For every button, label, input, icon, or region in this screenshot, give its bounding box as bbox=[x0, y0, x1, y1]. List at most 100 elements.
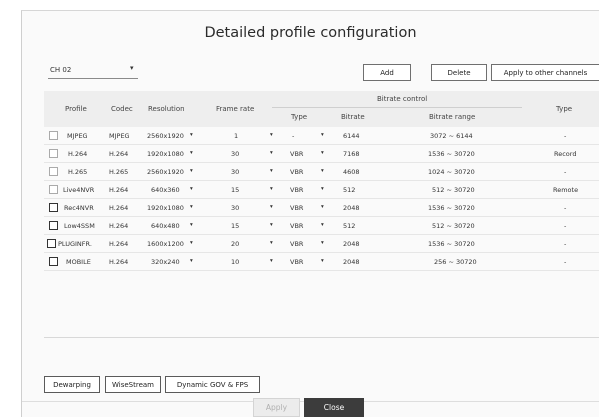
header-codec: Codec bbox=[111, 105, 133, 113]
close-button[interactable]: Close bbox=[304, 398, 364, 417]
cell-type[interactable]: - bbox=[564, 240, 566, 248]
chevron-down-icon[interactable]: ▾ bbox=[321, 222, 324, 228]
cell-profile: Live4NVR bbox=[63, 186, 95, 194]
cell-resolution[interactable]: 640x480 bbox=[151, 222, 180, 230]
row-checkbox[interactable] bbox=[49, 185, 58, 194]
chevron-down-icon[interactable]: ▾ bbox=[321, 132, 324, 138]
chevron-down-icon[interactable]: ▾ bbox=[190, 150, 193, 156]
chevron-down-icon[interactable]: ▾ bbox=[190, 168, 193, 174]
cell-bc-type[interactable]: VBR bbox=[290, 240, 303, 248]
cell-resolution[interactable]: 1920x1080 bbox=[147, 204, 184, 212]
chevron-down-icon[interactable]: ▾ bbox=[321, 258, 324, 264]
table-row[interactable]: MOBILE H.264 320x240 ▾ 10 ▾ VBR ▾ 2048 2… bbox=[44, 253, 599, 271]
cell-bitrate-range: 1536 ~ 30720 bbox=[428, 204, 475, 212]
chevron-down-icon[interactable]: ▾ bbox=[321, 186, 324, 192]
chevron-down-icon[interactable]: ▾ bbox=[270, 150, 273, 156]
chevron-down-icon[interactable]: ▾ bbox=[270, 168, 273, 174]
table-row[interactable]: PLUGINFR. H.264 1600x1200 ▾ 20 ▾ VBR ▾ 2… bbox=[44, 235, 599, 253]
cell-codec: H.264 bbox=[109, 204, 129, 212]
row-checkbox[interactable] bbox=[49, 257, 58, 266]
cell-codec: H.265 bbox=[109, 168, 129, 176]
chevron-down-icon[interactable]: ▾ bbox=[270, 186, 273, 192]
cell-type[interactable]: - bbox=[564, 132, 566, 140]
cell-type[interactable]: Remote bbox=[553, 186, 578, 194]
cell-resolution[interactable]: 2560x1920 bbox=[147, 168, 184, 176]
cell-bc-type[interactable]: VBR bbox=[290, 150, 303, 158]
chevron-down-icon[interactable]: ▾ bbox=[270, 222, 273, 228]
cell-type[interactable]: - bbox=[564, 222, 566, 230]
cell-frame-rate[interactable]: 15 bbox=[231, 186, 239, 194]
row-checkbox[interactable] bbox=[49, 167, 58, 176]
dewarping-button[interactable]: Dewarping bbox=[44, 376, 100, 393]
apply-to-other-channels-button[interactable]: Apply to other channels bbox=[491, 64, 599, 81]
apply-button[interactable]: Apply bbox=[253, 398, 300, 417]
table-row[interactable]: Rec4NVR H.264 1920x1080 ▾ 30 ▾ VBR ▾ 204… bbox=[44, 199, 599, 217]
dynamic-gov-fps-button[interactable]: Dynamic GOV & FPS bbox=[165, 376, 260, 393]
cell-bitrate[interactable]: 2048 bbox=[343, 204, 360, 212]
table-row[interactable]: H.264 H.264 1920x1080 ▾ 30 ▾ VBR ▾ 7168 … bbox=[44, 145, 599, 163]
table-row[interactable]: Live4NVR H.264 640x360 ▾ 15 ▾ VBR ▾ 512 … bbox=[44, 181, 599, 199]
cell-type[interactable]: - bbox=[564, 204, 566, 212]
table-row[interactable]: H.265 H.265 2560x1920 ▾ 30 ▾ VBR ▾ 4608 … bbox=[44, 163, 599, 181]
cell-bitrate[interactable]: 6144 bbox=[343, 132, 360, 140]
cell-bc-type[interactable]: VBR bbox=[290, 186, 303, 194]
chevron-down-icon[interactable]: ▾ bbox=[321, 168, 324, 174]
cell-type[interactable]: - bbox=[564, 168, 566, 176]
chevron-down-icon[interactable]: ▾ bbox=[321, 240, 324, 246]
cell-type[interactable]: - bbox=[564, 258, 566, 266]
delete-button[interactable]: Delete bbox=[431, 64, 487, 81]
add-button[interactable]: Add bbox=[363, 64, 411, 81]
chevron-down-icon[interactable]: ▾ bbox=[190, 258, 193, 264]
chevron-down-icon[interactable]: ▾ bbox=[270, 240, 273, 246]
chevron-down-icon[interactable]: ▾ bbox=[190, 240, 193, 246]
cell-bc-type[interactable]: VBR bbox=[290, 168, 303, 176]
cell-bitrate[interactable]: 2048 bbox=[343, 258, 360, 266]
chevron-down-icon[interactable]: ▾ bbox=[190, 186, 193, 192]
cell-type[interactable]: Record bbox=[554, 150, 576, 158]
cell-frame-rate[interactable]: 30 bbox=[231, 150, 239, 158]
cell-resolution[interactable]: 640x360 bbox=[151, 186, 180, 194]
cell-resolution[interactable]: 1600x1200 bbox=[147, 240, 184, 248]
wisestream-button[interactable]: WiseStream bbox=[105, 376, 161, 393]
cell-bc-type[interactable]: VBR bbox=[290, 204, 303, 212]
table-row[interactable]: MJPEG MJPEG 2560x1920 ▾ 1 ▾ - ▾ 6144 307… bbox=[44, 127, 599, 145]
cell-bc-type[interactable]: - bbox=[292, 132, 294, 140]
chevron-down-icon[interactable]: ▾ bbox=[321, 204, 324, 210]
cell-frame-rate[interactable]: 15 bbox=[231, 222, 239, 230]
cell-bc-type[interactable]: VBR bbox=[290, 258, 303, 266]
chevron-down-icon[interactable]: ▾ bbox=[190, 132, 193, 138]
cell-frame-rate[interactable]: 20 bbox=[231, 240, 239, 248]
cell-resolution[interactable]: 2560x1920 bbox=[147, 132, 184, 140]
row-checkbox[interactable] bbox=[49, 131, 58, 140]
cell-bc-type[interactable]: VBR bbox=[290, 222, 303, 230]
cell-frame-rate[interactable]: 1 bbox=[234, 132, 238, 140]
cell-profile: MOBILE bbox=[66, 258, 91, 266]
chevron-down-icon[interactable]: ▾ bbox=[270, 204, 273, 210]
chevron-down-icon[interactable]: ▾ bbox=[321, 150, 324, 156]
cell-bitrate[interactable]: 512 bbox=[343, 186, 355, 194]
cell-codec: MJPEG bbox=[109, 132, 130, 140]
channel-select[interactable]: CH 02 ▾ bbox=[48, 62, 138, 79]
row-checkbox[interactable] bbox=[49, 203, 58, 212]
row-checkbox[interactable] bbox=[49, 149, 58, 158]
chevron-down-icon[interactable]: ▾ bbox=[190, 204, 193, 210]
cell-resolution[interactable]: 320x240 bbox=[151, 258, 180, 266]
row-checkbox[interactable] bbox=[47, 239, 56, 248]
row-checkbox[interactable] bbox=[49, 221, 58, 230]
table-row[interactable]: Low4SSM H.264 640x480 ▾ 15 ▾ VBR ▾ 512 5… bbox=[44, 217, 599, 235]
cell-resolution[interactable]: 1920x1080 bbox=[147, 150, 184, 158]
cell-bitrate[interactable]: 4608 bbox=[343, 168, 360, 176]
cell-bitrate[interactable]: 2048 bbox=[343, 240, 360, 248]
chevron-down-icon[interactable]: ▾ bbox=[190, 222, 193, 228]
chevron-down-icon[interactable]: ▾ bbox=[270, 258, 273, 264]
cell-bitrate[interactable]: 7168 bbox=[343, 150, 360, 158]
cell-frame-rate[interactable]: 30 bbox=[231, 204, 239, 212]
header-resolution: Resolution bbox=[148, 105, 185, 113]
chevron-down-icon[interactable]: ▾ bbox=[270, 132, 273, 138]
cell-frame-rate[interactable]: 10 bbox=[231, 258, 239, 266]
header-bitrate-range: Bitrate range bbox=[429, 113, 476, 121]
chevron-down-icon: ▾ bbox=[130, 64, 134, 72]
cell-frame-rate[interactable]: 30 bbox=[231, 168, 239, 176]
cell-bitrate-range: 3072 ~ 6144 bbox=[430, 132, 473, 140]
cell-bitrate[interactable]: 512 bbox=[343, 222, 355, 230]
